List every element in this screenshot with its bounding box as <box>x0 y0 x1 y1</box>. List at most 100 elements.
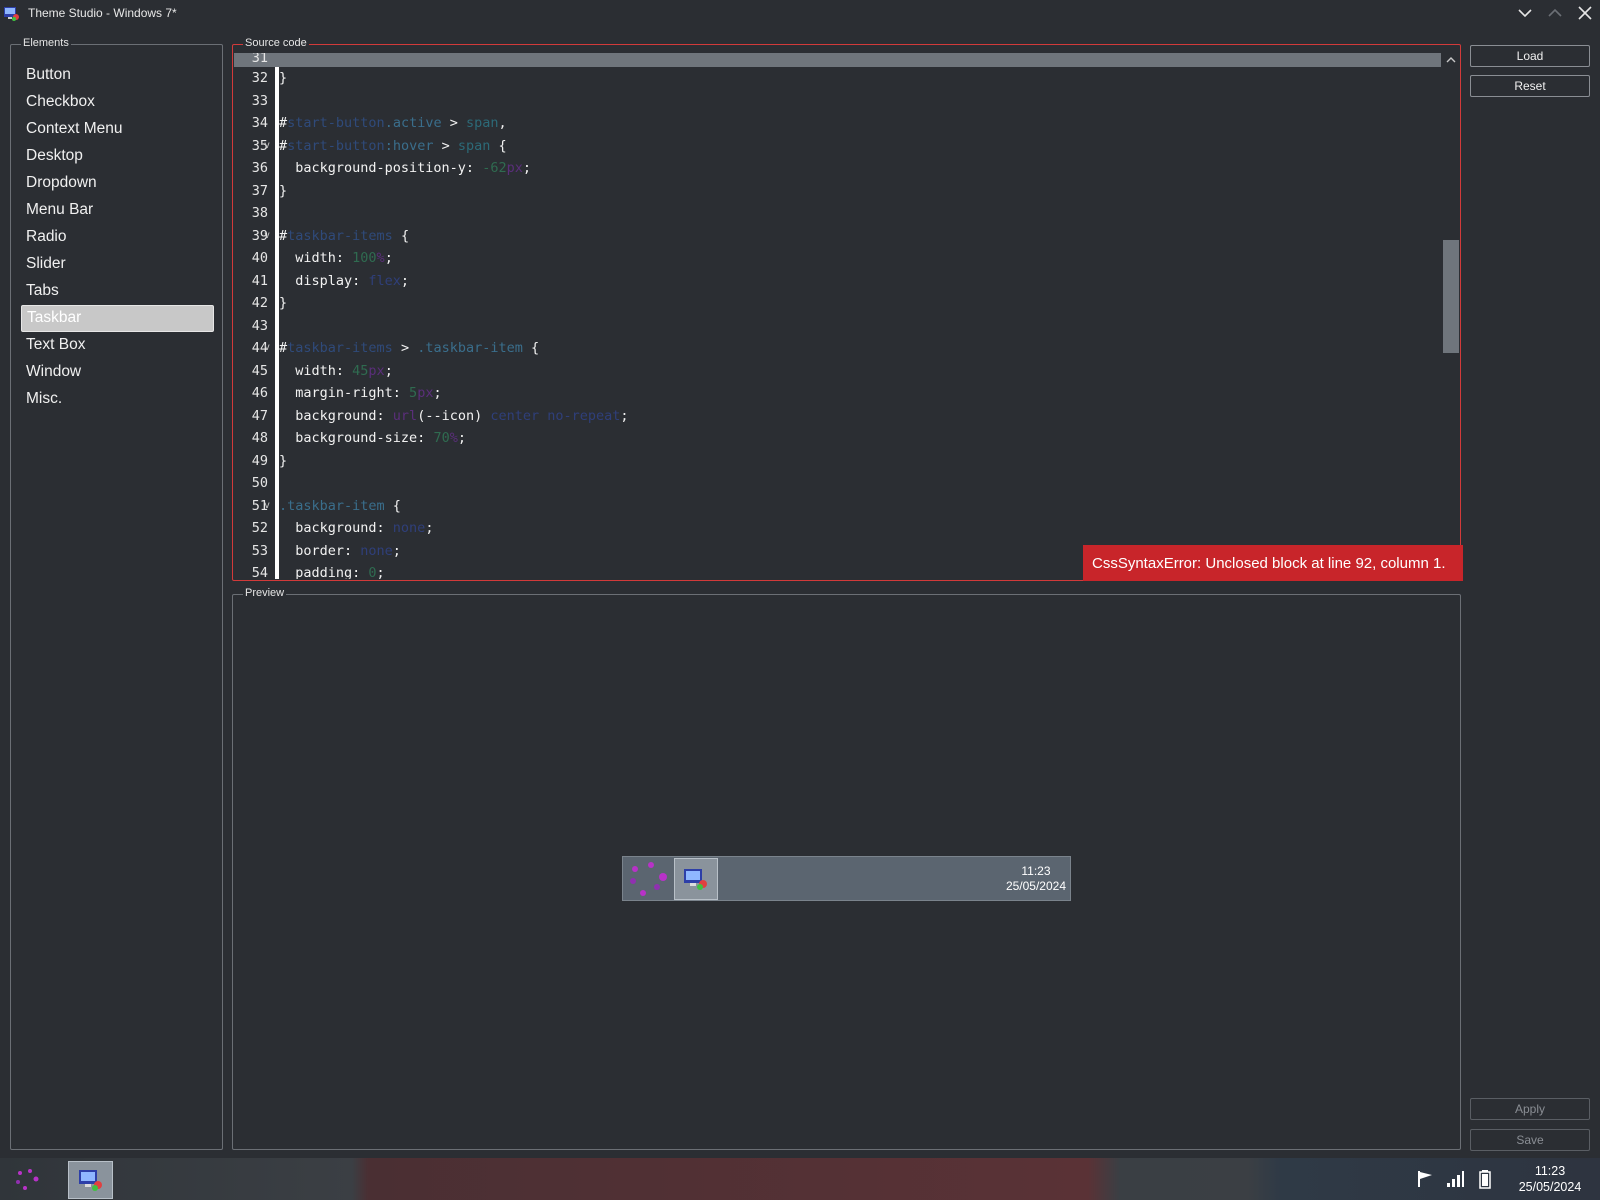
code-token: width: <box>279 362 353 379</box>
preview-label: Preview <box>243 587 287 599</box>
element-item[interactable]: Slider <box>21 251 214 278</box>
code-line: 47 background: url(--icon) center no-rep… <box>234 405 1441 428</box>
code-lines: 31 32} 33 34 #start-button.active > span, 35 v… <box>234 53 1441 579</box>
theme-studio-icon <box>2 4 20 22</box>
line-number: 34 <box>251 115 268 131</box>
code-editor[interactable]: 31 32} 33 34 #start-button.active > span, 35 v… <box>234 53 1459 579</box>
reset-button[interactable]: Reset <box>1470 75 1590 97</box>
element-item[interactable]: Text Box <box>21 332 214 359</box>
code-token: % <box>376 250 385 266</box>
start-orb-icon[interactable] <box>623 857 671 900</box>
maximize-button[interactable] <box>1544 2 1566 24</box>
element-item[interactable]: Taskbar <box>21 305 214 332</box>
code-token: } <box>279 182 288 199</box>
os-taskbar: 11:23 25/05/2024 <box>0 1158 1600 1200</box>
window-title: Theme Studio - Windows 7* <box>28 6 177 20</box>
element-item[interactable]: Dropdown <box>21 170 214 197</box>
line-number: 39 <box>251 227 268 244</box>
os-clock[interactable]: 11:23 25/05/2024 <box>1500 1163 1600 1195</box>
code-token: 100 <box>352 250 377 266</box>
code-token: } <box>279 70 288 86</box>
code-line: 35 v #start-button:hover > span { <box>234 135 1441 158</box>
code-token: { <box>384 497 401 514</box>
code-line: 41 display: flex; <box>234 270 1441 293</box>
scroll-thumb[interactable] <box>1443 240 1459 353</box>
code-token: > <box>441 115 466 131</box>
element-item[interactable]: Radio <box>21 224 214 251</box>
code-token: ; <box>457 430 466 446</box>
code-token: ; <box>384 250 393 266</box>
code-token: background-size: <box>279 430 434 446</box>
code-token: border: <box>279 542 361 559</box>
code-text: .taskbar-item { <box>279 495 401 518</box>
element-item[interactable]: Tabs <box>21 278 214 305</box>
code-line: 46 margin-right: 5px; <box>234 382 1441 405</box>
code-text: padding: 0; <box>279 562 385 579</box>
fold-toggle-icon[interactable]: v <box>264 337 274 360</box>
elements-list: Button Checkbox Context Menu Desktop Dropdow… <box>21 62 214 413</box>
code-token: ; <box>620 407 629 424</box>
apply-button[interactable]: Apply <box>1470 1098 1590 1120</box>
code-scrollbar[interactable] <box>1443 53 1459 579</box>
start-orb-icon[interactable] <box>12 1166 40 1192</box>
line-number: 54 <box>251 565 268 579</box>
os-clock-time: 11:23 <box>1534 1164 1566 1178</box>
preview-clock-date: 25/05/2024 <box>1005 879 1066 893</box>
close-button[interactable] <box>1574 2 1596 24</box>
line-number: 32 <box>251 70 268 86</box>
line-number: 38 <box>251 205 268 221</box>
code-token: ; <box>376 565 385 579</box>
code-token: > <box>433 137 458 154</box>
code-token: % <box>449 430 458 446</box>
element-item[interactable]: Checkbox <box>21 89 214 116</box>
code-token: background: <box>279 407 393 424</box>
fold-toggle-icon[interactable]: v <box>264 135 274 158</box>
code-token: taskbar-items <box>287 340 393 356</box>
theme-studio-icon <box>78 1170 102 1191</box>
preview-taskbar-item[interactable] <box>674 858 718 900</box>
code-text: width: 100%; <box>279 247 393 270</box>
minimize-button[interactable] <box>1514 2 1536 24</box>
line-number: 46 <box>251 385 268 401</box>
line-number: 53 <box>251 542 268 559</box>
battery-icon[interactable] <box>1470 1164 1500 1194</box>
os-taskbar-item[interactable] <box>68 1161 113 1199</box>
code-token: ; <box>522 160 531 176</box>
signal-icon[interactable] <box>1440 1164 1470 1194</box>
code-line: 32} <box>234 67 1441 90</box>
line-number: 36 <box>251 160 268 176</box>
element-item[interactable]: Misc. <box>21 386 214 413</box>
code-line: 49} <box>234 450 1441 473</box>
code-text: margin-right: 5px; <box>279 382 441 405</box>
line-number: 50 <box>251 475 268 491</box>
element-item[interactable]: Button <box>21 62 214 89</box>
code-token: , <box>498 115 507 131</box>
line-number: 33 <box>251 92 268 109</box>
preview-taskbar: 11:23 25/05/2024 <box>622 856 1071 901</box>
line-number: 44 <box>251 340 268 356</box>
fold-toggle-icon[interactable]: v <box>264 225 274 248</box>
element-item[interactable]: Context Menu <box>21 116 214 143</box>
code-line: 44 v #taskbar-items > .taskbar-item { <box>234 337 1441 360</box>
code-token: none <box>360 542 393 559</box>
flag-icon[interactable] <box>1410 1164 1440 1194</box>
system-tray: 11:23 25/05/2024 <box>1410 1158 1600 1200</box>
code-text: } <box>279 180 287 203</box>
load-button[interactable]: Load <box>1470 45 1590 67</box>
element-item[interactable]: Desktop <box>21 143 214 170</box>
code-token: taskbar-items <box>287 227 393 244</box>
fold-toggle-icon[interactable]: v <box>264 495 274 518</box>
code-token: background-position-y: <box>279 160 483 176</box>
line-number: 42 <box>251 295 268 311</box>
save-button[interactable]: Save <box>1470 1129 1590 1151</box>
line-number: 40 <box>251 250 268 266</box>
code-line: 31 <box>234 53 1441 67</box>
code-text: background-position-y: -62px; <box>279 157 531 180</box>
scroll-up-button[interactable] <box>1443 53 1459 67</box>
element-item[interactable]: Menu Bar <box>21 197 214 224</box>
code-text: } <box>279 292 287 315</box>
code-line: 51 v .taskbar-item { <box>234 495 1441 518</box>
element-item[interactable]: Window <box>21 359 214 386</box>
elements-label: Elements <box>21 37 71 49</box>
code-token: # <box>279 227 288 244</box>
